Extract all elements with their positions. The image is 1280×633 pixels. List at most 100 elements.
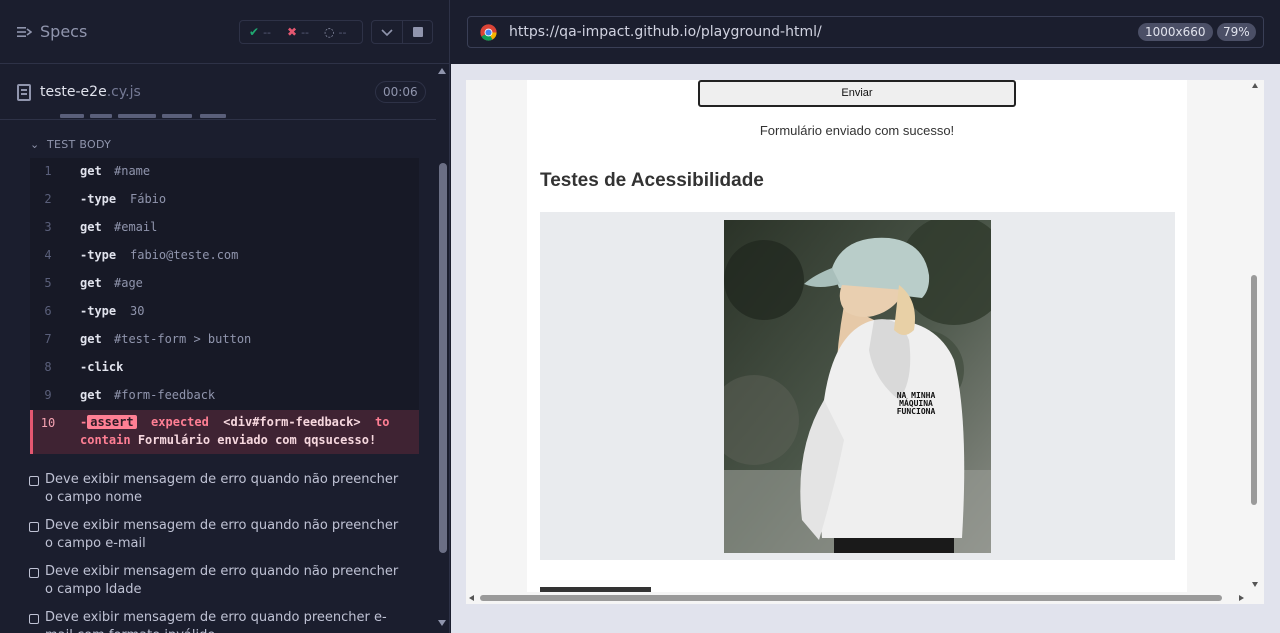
command-row[interactable]: 8 -click	[30, 354, 419, 382]
command-name: get	[80, 388, 102, 402]
failed-stat: ✖ --	[287, 25, 309, 39]
test-title: Deve exibir mensagem de erro quando não …	[45, 472, 399, 505]
check-icon: ✔	[249, 25, 260, 39]
command-name: -click	[80, 360, 124, 374]
spec-file-name[interactable]: teste-e2e.cy.js	[40, 84, 141, 100]
aut-iframe: Enviar Formulário enviado com sucesso! T…	[466, 80, 1264, 604]
command-name: get	[80, 164, 102, 178]
scroll-left-arrow-icon[interactable]	[469, 595, 474, 601]
passed-count: --	[263, 25, 272, 39]
scroll-up-arrow-icon[interactable]	[1252, 83, 1258, 88]
failed-assert-row[interactable]: 10 - assert expected <div#form-feedback> t…	[30, 410, 419, 454]
command-name: get	[80, 276, 102, 290]
url-text[interactable]: https://qa-impact.github.io/playground-h…	[509, 24, 822, 40]
spec-file-basename: teste-e2e	[40, 84, 107, 100]
truncated-test-title	[60, 108, 240, 118]
specs-list-icon[interactable]	[16, 24, 32, 40]
command-argument: #test-form > button	[114, 332, 252, 346]
command-name: get	[80, 332, 102, 346]
scroll-right-arrow-icon[interactable]	[1239, 595, 1244, 601]
duration-badge: 00:06	[375, 81, 426, 103]
command-name: get	[80, 220, 102, 234]
reporter-panel: Specs ✔ -- ✖ -- ◌ -- teste-e2e.cy.js 00:…	[0, 0, 450, 633]
test-body-label: TEST BODY	[47, 138, 112, 151]
pending-stat: ◌ --	[324, 25, 346, 39]
command-number: 7	[44, 332, 52, 346]
chevron-down-icon	[381, 29, 393, 37]
command-row[interactable]: 4 -type fabio@teste.com	[30, 242, 419, 270]
aut-horizontal-scrollbar[interactable]	[466, 592, 1264, 604]
image-container: NA MINHA MÁQUINA FUNCIONA	[540, 212, 1175, 560]
command-row[interactable]: 3 get #email	[30, 214, 419, 242]
pending-checkbox-icon	[29, 568, 39, 578]
cross-icon: ✖	[287, 25, 298, 39]
hoodie-photo: NA MINHA MÁQUINA FUNCIONA	[724, 220, 991, 553]
submit-button[interactable]: Enviar	[698, 80, 1016, 107]
chevron-down-button[interactable]	[372, 21, 402, 43]
command-number: 1	[44, 164, 52, 178]
command-name: -type	[80, 248, 117, 262]
test-title: Deve exibir mensagem de erro quando não …	[45, 518, 399, 551]
command-row[interactable]: 1 get #name	[30, 158, 419, 186]
command-row[interactable]: 9 get #form-feedback	[30, 382, 419, 410]
assert-value: Formulário enviado com qqsucesso!	[137, 433, 377, 447]
aut-header: https://qa-impact.github.io/playground-h…	[451, 0, 1280, 64]
command-number: 3	[44, 220, 52, 234]
command-argument: #age	[114, 276, 143, 290]
pending-checkbox-icon	[29, 522, 39, 532]
assert-dash: -	[80, 415, 88, 429]
assert-subject: <div#form-feedback>	[223, 415, 361, 429]
run-controls	[371, 20, 433, 44]
failed-count: --	[301, 25, 310, 39]
spec-file-ext: .cy.js	[106, 84, 141, 100]
test-title: Deve exibir mensagem de erro quando pree…	[45, 610, 387, 633]
assert-to: to	[375, 415, 390, 429]
assert-badge: assert	[87, 415, 137, 429]
section-title: Testes de Acessibilidade	[540, 170, 764, 191]
command-argument: Fábio	[130, 192, 167, 206]
scroll-up-arrow-icon[interactable]	[438, 68, 446, 74]
command-number: 8	[44, 360, 52, 374]
command-number: 2	[44, 192, 52, 206]
form-feedback: Formulário enviado com sucesso!	[759, 123, 955, 138]
command-row[interactable]: 2 -type Fábio	[30, 186, 419, 214]
test-body-header[interactable]: ⌄ TEST BODY	[30, 138, 111, 151]
zoom-badge[interactable]: 79%	[1217, 23, 1256, 41]
hoodie-text-line-3: FUNCIONA	[897, 407, 936, 416]
pending-count: --	[338, 25, 347, 39]
command-row[interactable]: 7 get #test-form > button	[30, 326, 419, 354]
hoodie-photo-illustration: NA MINHA MÁQUINA FUNCIONA	[724, 220, 991, 553]
aut-panel: https://qa-impact.github.io/playground-h…	[451, 0, 1280, 633]
test-title: Deve exibir mensagem de erro quando não …	[45, 564, 399, 597]
stop-button[interactable]	[403, 21, 433, 43]
url-bar[interactable]: https://qa-impact.github.io/playground-h…	[467, 16, 1264, 48]
command-number: 10	[40, 416, 56, 430]
command-row[interactable]: 6 -type 30	[30, 298, 419, 326]
reporter-header: Specs ✔ -- ✖ -- ◌ --	[0, 0, 449, 64]
scroll-down-arrow-icon[interactable]	[1252, 582, 1258, 587]
aut-vertical-scroll-thumb[interactable]	[1251, 275, 1257, 505]
scroll-down-arrow-icon[interactable]	[438, 620, 446, 626]
assert-contain: contain	[80, 433, 131, 447]
command-row[interactable]: 5 get #age	[30, 270, 419, 298]
chrome-icon	[480, 24, 497, 41]
command-argument: #form-feedback	[114, 388, 216, 402]
cypress-runner: Specs ✔ -- ✖ -- ◌ -- teste-e2e.cy.js 00:…	[0, 0, 1280, 633]
command-log: 1 get #name 2 -type Fábio 3 get #email 4 -type fabi…	[30, 158, 419, 454]
stop-icon	[413, 27, 423, 37]
assert-expected: expected	[151, 415, 209, 429]
command-argument: 30	[130, 304, 145, 318]
specs-title[interactable]: Specs	[40, 22, 87, 41]
pending-circle-icon: ◌	[324, 25, 335, 39]
viewport-size-badge[interactable]: 1000x660	[1138, 23, 1213, 41]
command-number: 9	[44, 388, 52, 402]
pending-checkbox-icon	[29, 614, 39, 624]
command-argument: #email	[114, 220, 158, 234]
aut-horizontal-scroll-thumb[interactable]	[480, 595, 1222, 601]
test-stats: ✔ -- ✖ -- ◌ --	[239, 20, 363, 44]
file-icon	[17, 84, 31, 101]
command-argument: fabio@teste.com	[130, 248, 239, 262]
assert-line-2: contain Formulário enviado com qqsucesso…	[80, 433, 376, 447]
reporter-scroll-thumb[interactable]	[439, 163, 447, 553]
command-name: -type	[80, 192, 117, 206]
